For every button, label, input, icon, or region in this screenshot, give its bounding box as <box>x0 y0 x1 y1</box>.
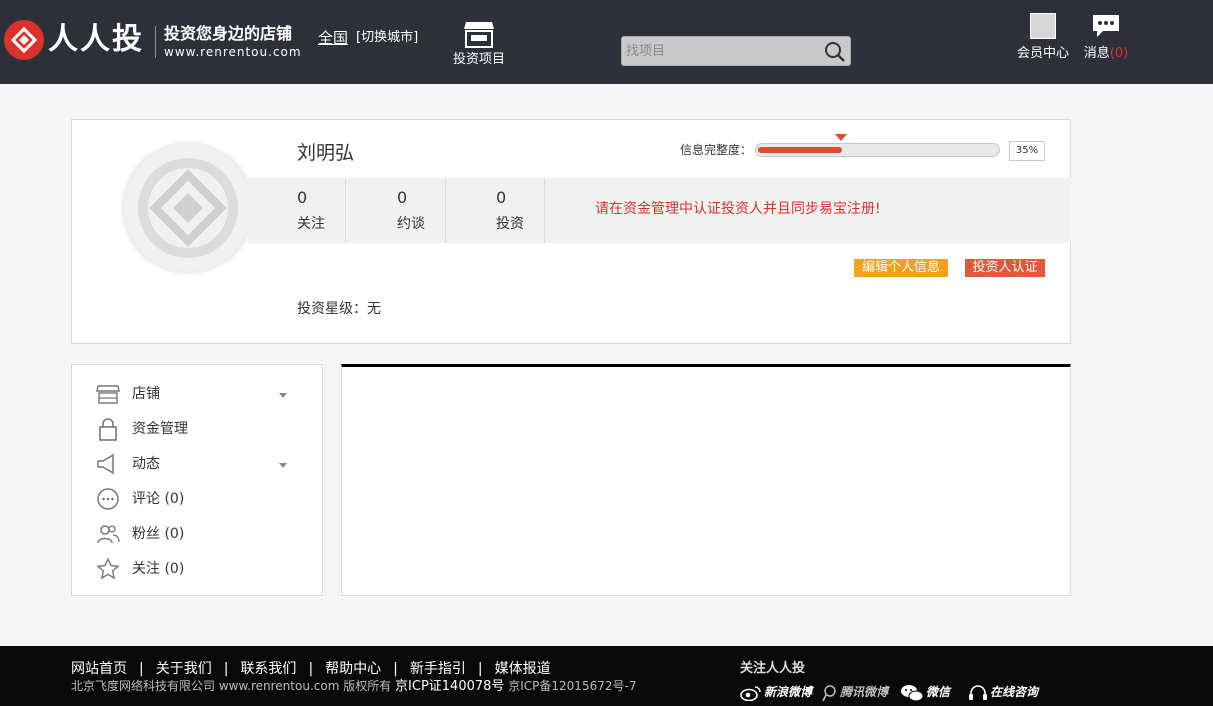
icp-number: 京ICP备12015672号-7 <box>508 679 637 693</box>
sidebar-item-funds[interactable]: 资金管理 <box>96 417 296 443</box>
completeness-percent: 35% <box>1009 141 1045 161</box>
search-box <box>621 36 851 66</box>
footer-link-home[interactable]: 网站首页 <box>71 661 127 677</box>
slogan: 投资您身边的店铺 <box>164 24 293 43</box>
edit-profile-button[interactable]: 编辑个人信息 <box>854 259 948 277</box>
footer-link-contact[interactable]: 联系我们 <box>240 661 296 677</box>
social-tencent-weibo[interactable]: 腾讯微博 <box>820 682 888 702</box>
stat-value: 0 <box>496 188 507 207</box>
footer-links: 网站首页 | 关于我们 | 联系我们 | 帮助中心 | 新手指引 | 媒体报道 <box>71 660 551 678</box>
copyright-text: 北京飞度网络科技有限公司 www.renrentou.com 版权所有 <box>71 679 392 693</box>
sidebar-item-fans[interactable]: 粉丝 (0) <box>96 522 296 548</box>
member-center-label: 会员中心 <box>1016 46 1069 61</box>
footer-divider: | <box>477 661 483 677</box>
brand-name[interactable]: 人人投 <box>48 20 144 60</box>
site-url: www.renrentou.com <box>164 45 302 59</box>
footer-divider: | <box>393 661 398 677</box>
completeness-label: 信息完整度： <box>680 143 753 157</box>
search-input[interactable] <box>626 41 816 61</box>
footer: 网站首页 | 关于我们 | 联系我们 | 帮助中心 | 新手指引 | 媒体报道 北京飞度网络科技有限… <box>0 646 1213 706</box>
investment-star-level: 投资星级：无 <box>297 301 381 317</box>
chevron-down-icon[interactable] <box>279 463 287 468</box>
progress-marker-icon <box>835 134 847 141</box>
stats-strip: 0 关注 0 约谈 0 投资 请在资金管理中认证投资人并且同步易宝注册! <box>248 178 1071 243</box>
stat-label: 关注 <box>297 216 325 232</box>
comment-icon <box>97 488 119 510</box>
storefront-icon <box>464 22 494 48</box>
stat-investments[interactable]: 0 投资 <box>447 178 545 243</box>
sidebar-item-label: 粉丝 (0) <box>132 526 185 542</box>
search-icon[interactable] <box>824 41 846 63</box>
profile-avatar[interactable] <box>124 144 252 272</box>
stat-value: 0 <box>397 188 408 207</box>
weibo-label: 新浪微博 <box>764 685 813 699</box>
verification-notice[interactable]: 请在资金管理中认证投资人并且同步易宝注册! <box>595 200 881 218</box>
footer-link-guide[interactable]: 新手指引 <box>410 661 466 677</box>
footer-link-about[interactable]: 关于我们 <box>156 661 212 677</box>
sidebar-item-comments[interactable]: 评论 (0) <box>96 487 296 513</box>
invest-projects-label: 投资项目 <box>452 52 505 67</box>
sidebar-item-activity[interactable]: 动态 <box>96 452 296 478</box>
wechat-icon <box>901 684 924 701</box>
chevron-down-icon[interactable] <box>279 393 287 398</box>
follow-title: 关注人人投 <box>740 661 806 676</box>
sidebar-item-label: 店铺 <box>132 386 160 402</box>
lock-icon <box>99 418 117 441</box>
messages-count: (0) <box>1109 46 1129 61</box>
wechat-label: 微信 <box>926 685 951 699</box>
megaphone-icon <box>97 453 114 475</box>
fans-icon <box>97 525 120 544</box>
tencent-weibo-icon <box>822 684 836 701</box>
content-panel <box>341 364 1071 596</box>
star-icon <box>96 557 120 580</box>
shop-icon <box>96 385 120 404</box>
sidebar-item-following[interactable]: 关注 (0) <box>96 557 296 583</box>
member-center[interactable]: 会员中心 <box>1012 13 1074 62</box>
sidebar-item-shop[interactable]: 店铺 <box>96 382 296 408</box>
profile-card: 刘明弘 信息完整度： 35% 0 关注 0 约谈 0 投资 请在资金管理中认证投… <box>71 119 1071 344</box>
stat-follow[interactable]: 0 关注 <box>248 178 346 243</box>
sidebar-item-label: 动态 <box>132 456 160 472</box>
sidebar-item-label: 资金管理 <box>132 421 188 437</box>
current-city-link[interactable]: 全国 <box>318 28 348 48</box>
default-avatar-icon <box>138 158 238 258</box>
stat-label: 约谈 <box>397 216 425 232</box>
online-consult[interactable]: 在线咨询 <box>968 682 1038 702</box>
footer-divider: | <box>139 661 144 677</box>
license-number[interactable]: 京ICP证140078号 <box>395 679 504 694</box>
profile-name: 刘明弘 <box>297 142 355 164</box>
footer-divider: | <box>308 661 314 677</box>
footer-link-media[interactable]: 媒体报道 <box>495 661 551 677</box>
footer-link-help[interactable]: 帮助中心 <box>325 661 381 677</box>
completeness-progress-bar <box>755 143 1000 157</box>
completeness-progress-fill <box>758 147 842 153</box>
stat-label: 投资 <box>496 216 524 232</box>
messages[interactable]: 消息(0) <box>1080 13 1132 62</box>
social-wechat[interactable]: 微信 <box>900 682 950 702</box>
sidebar-menu: 店铺 资金管理 动态 评论 (0) 粉丝 (0) 关注 (0) <box>71 364 323 596</box>
weibo-icon <box>740 685 761 701</box>
logo-icon[interactable] <box>4 20 44 60</box>
sidebar-item-label: 关注 (0) <box>132 561 185 577</box>
member-avatar-icon <box>1030 13 1056 39</box>
brand-divider <box>155 26 156 58</box>
invest-projects-nav[interactable]: 投资项目 <box>448 20 510 68</box>
investor-verify-button[interactable]: 投资人认证 <box>965 259 1045 277</box>
stat-value: 0 <box>297 188 308 207</box>
footer-divider: | <box>223 661 229 677</box>
social-weibo[interactable]: 新浪微博 <box>740 682 812 702</box>
consult-label: 在线咨询 <box>990 685 1039 699</box>
header: 人人投 投资您身边的店铺 www.renrentou.com 全国 [切换城市]… <box>0 0 1213 84</box>
stat-meetings[interactable]: 0 约谈 <box>348 178 446 243</box>
message-bubble-icon <box>1093 15 1119 37</box>
switch-city-link[interactable]: [切换城市] <box>356 29 418 47</box>
copyright: 北京飞度网络科技有限公司 www.renrentou.com 版权所有 京ICP… <box>71 678 636 695</box>
sidebar-item-label: 评论 (0) <box>132 491 185 507</box>
headset-icon <box>969 684 987 700</box>
tencent-weibo-label: 腾讯微博 <box>840 685 889 699</box>
messages-label: 消息 <box>1083 46 1110 61</box>
